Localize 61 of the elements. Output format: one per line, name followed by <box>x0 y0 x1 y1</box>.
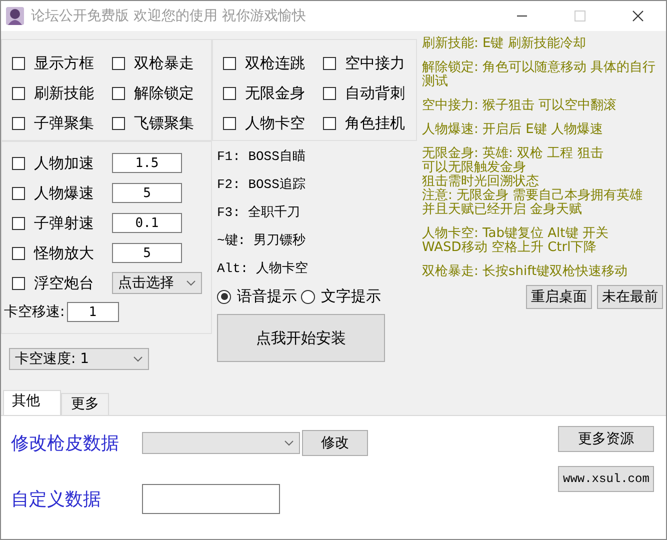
speed-checkbox[interactable]: 人物爆速 <box>12 182 112 204</box>
tab[interactable]: 其他 <box>3 390 61 415</box>
move-speed-field[interactable]: 1 <box>66 302 119 322</box>
speed-checkbox[interactable]: 怪物放大 <box>12 242 112 264</box>
speed-checkbox[interactable]: 人物加速 <box>12 152 112 174</box>
option-checkbox[interactable]: 飞镖聚集 <box>112 112 212 134</box>
value-field[interactable]: 1.5 <box>112 153 182 173</box>
option-checkbox[interactable]: 角色挂机 <box>323 112 423 134</box>
install-button[interactable]: 点我开始安装 <box>217 314 385 362</box>
note-text: 无限金身: 英雄: 双枪 工程 狙击 <box>422 147 604 161</box>
option-checkbox[interactable]: 显示方框 <box>12 52 112 74</box>
chevron-down-icon <box>133 356 143 362</box>
note-text: 双枪暴走: 长按shift键双枪快速移动 <box>422 265 629 279</box>
link-button[interactable]: 更多资源 <box>558 426 654 452</box>
note-text: 人物爆速: 开启后 E键 人物爆速 <box>422 123 604 137</box>
modify-button[interactable]: 修改 <box>302 430 368 456</box>
skin-label: 修改枪皮数据 <box>11 432 120 455</box>
option-checkbox[interactable]: 双枪暴走 <box>112 52 212 74</box>
app-icon <box>5 6 25 26</box>
chevron-down-icon <box>186 280 196 286</box>
option-checkbox[interactable]: 解除锁定 <box>112 82 212 104</box>
tab[interactable]: 更多 <box>61 393 109 415</box>
option-checkbox[interactable]: 空中接力 <box>323 52 423 74</box>
chevron-down-icon <box>284 440 294 446</box>
value-field[interactable]: 5 <box>112 243 182 263</box>
speed-dropdown[interactable]: 卡空速度: 1 <box>9 348 149 370</box>
link-button[interactable]: www.xsul.com <box>558 466 654 492</box>
note-text: 刷新技能: E键 刷新技能冷却 <box>422 37 587 51</box>
note-text: 解除锁定: 角色可以随意移动 具体的自行测试 <box>422 61 657 89</box>
option-checkbox[interactable]: 人物卡空 <box>223 112 323 134</box>
hotkey-text: Alt: 人物卡空 <box>217 260 310 278</box>
prompt-radio[interactable]: 语音提示 <box>217 287 297 306</box>
note-text: 注意: 无限金身 需要自己本身拥有英雄 <box>422 189 644 203</box>
speed-checkbox[interactable]: 子弹射速 <box>12 212 112 234</box>
side-button[interactable]: 未在最前 <box>597 285 663 309</box>
note-text: 可以无限触发金身 <box>422 161 526 175</box>
window-title: 论坛公开免费版 欢迎您的使用 祝你游戏愉快 <box>31 7 306 25</box>
select-dropdown[interactable]: 点击选择 <box>112 272 202 294</box>
hotkey-text: ~键: 男刀镖秒 <box>217 232 306 250</box>
hotkey-text: F2: BOSS追踪 <box>217 176 306 194</box>
note-text: 空中接力: 猴子狙击 可以空中翻滚 <box>422 99 618 113</box>
note-text: 狙击需时光回溯状态 <box>422 175 540 189</box>
option-checkbox[interactable]: 双枪连跳 <box>223 52 323 74</box>
value-field[interactable]: 5 <box>112 183 182 203</box>
custom-field[interactable] <box>142 484 280 514</box>
option-checkbox[interactable]: 无限金身 <box>223 82 323 104</box>
option-checkbox[interactable]: 子弹聚集 <box>12 112 112 134</box>
prompt-radio[interactable]: 文字提示 <box>301 287 381 306</box>
option-checkbox[interactable]: 刷新技能 <box>12 82 112 104</box>
side-button[interactable]: 重启桌面 <box>526 285 592 309</box>
note-text: WASD移动 空格上升 Ctrl下降 <box>422 241 598 255</box>
hotkey-text: F1: BOSS自瞄 <box>217 148 306 166</box>
note-text: 人物卡空: Tab键复位 Alt键 开关 <box>422 227 610 241</box>
value-field[interactable]: 0.1 <box>112 213 182 233</box>
close-icon[interactable] <box>632 10 644 22</box>
speed-checkbox[interactable]: 浮空炮台 <box>12 272 112 294</box>
note-text: 并且天赋已经开启 金身天赋 <box>422 203 584 217</box>
hotkey-text: F3: 全职千刀 <box>217 204 302 222</box>
move-speed-label: 卡空移速: <box>4 303 65 321</box>
option-checkbox[interactable]: 自动背刺 <box>323 82 423 104</box>
custom-label: 自定义数据 <box>11 488 102 511</box>
